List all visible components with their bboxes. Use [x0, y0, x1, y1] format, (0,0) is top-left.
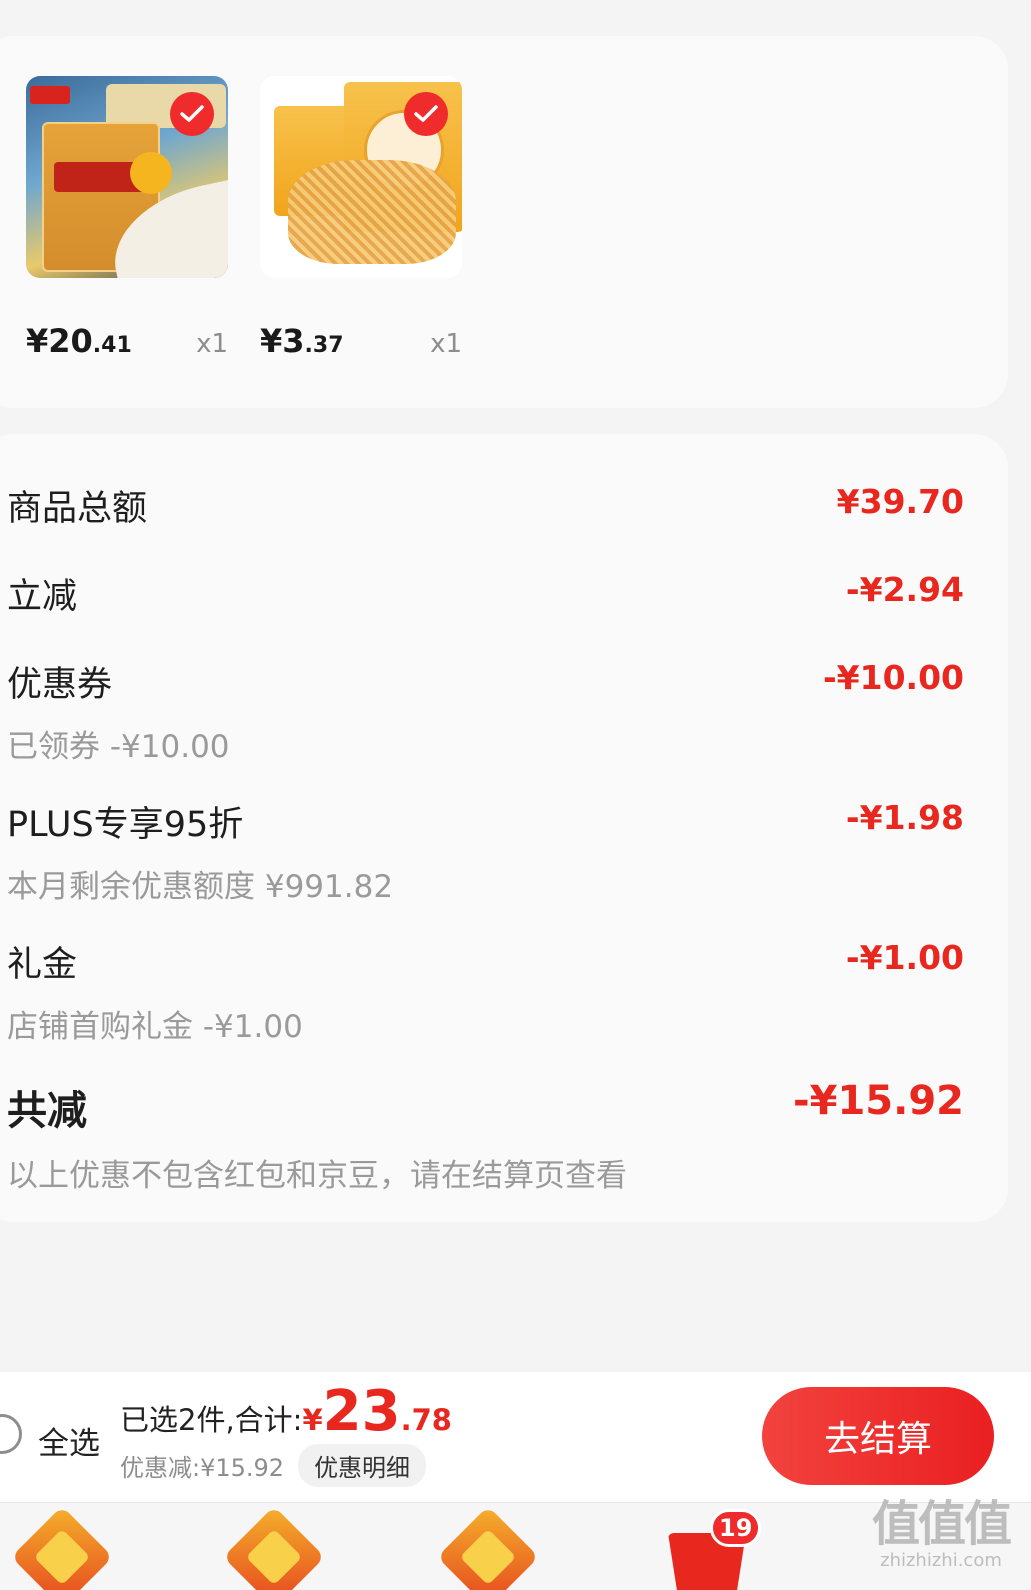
instant-discount-value: -¥2.94: [845, 570, 964, 609]
gift-label: 礼金: [7, 945, 78, 985]
coupon-value: -¥10.00: [822, 658, 964, 697]
total-discount-row: 共减 -¥15.92 以上优惠不包含红包和京豆，请在结算页查看: [7, 1078, 964, 1195]
checkout-summary: 已选2件,合计: ¥ 23 .78 优惠减:¥15.92 优惠明细: [120, 1384, 452, 1487]
thumb-sun: [130, 152, 172, 194]
gift-value: -¥1.00: [845, 938, 964, 977]
goods-total-row: 商品总额 ¥39.70: [7, 480, 964, 531]
discount-summary-card: 商品总额 ¥39.70 立减 -¥2.94 优惠券 -¥10.00 已领券 -¥…: [0, 434, 1008, 1222]
product-item[interactable]: ¥20.41 x1: [26, 76, 256, 360]
discount-amount-text: 优惠减:¥15.92: [120, 1454, 285, 1482]
checkout-button[interactable]: 去结算: [762, 1387, 994, 1485]
plus-discount-value: -¥1.98: [845, 798, 964, 837]
thumb-brand-tag: [30, 86, 70, 104]
product-price: ¥3.37: [260, 322, 344, 360]
product-thumbnail[interactable]: [260, 76, 462, 278]
product-thumbnail[interactable]: [26, 76, 228, 278]
coupon-sub: 已领券 -¥10.00: [7, 729, 230, 765]
thumb-noodles: [288, 160, 456, 264]
total-discount-note: 以上优惠不包含红包和京豆，请在结算页查看: [7, 1158, 627, 1194]
select-all-label[interactable]: 全选: [38, 1418, 100, 1463]
checkout-bar: 全选 已选2件,合计: ¥ 23 .78 优惠减:¥15.92 优惠明细 去结算: [0, 1372, 1031, 1502]
discover-tab-icon[interactable]: [223, 1506, 325, 1590]
product-item[interactable]: ¥3.37 x1: [260, 76, 490, 360]
goods-total-label: 商品总额: [7, 489, 148, 529]
plus-discount-label: PLUS专享95折: [7, 805, 244, 845]
watermark-url: zhizhizhi.com: [880, 1550, 1002, 1571]
product-quantity: x1: [196, 329, 228, 359]
goods-total-value: ¥39.70: [836, 482, 964, 521]
total-amount-integer: 23: [322, 1379, 401, 1444]
total-currency: ¥: [302, 1403, 323, 1437]
total-amount-decimal: .78: [400, 1403, 452, 1437]
price-row: ¥20.41 x1: [26, 322, 228, 360]
category-tab-icon[interactable]: [437, 1506, 539, 1590]
price-row: ¥3.37 x1: [260, 322, 462, 360]
select-all-radio[interactable]: [0, 1414, 22, 1454]
watermark-logo: 值值值: [871, 1496, 1012, 1552]
plus-discount-sub: 本月剩余优惠额度 ¥991.82: [7, 869, 394, 905]
discount-detail-button[interactable]: 优惠明细: [298, 1444, 427, 1487]
discount-line: 优惠减:¥15.92 优惠明细: [120, 1444, 452, 1487]
coupon-row[interactable]: 优惠券 -¥10.00 已领券 -¥10.00: [7, 656, 964, 766]
instant-discount-label: 立减: [7, 577, 78, 617]
check-icon[interactable]: [404, 92, 448, 136]
selected-total-line: 已选2件,合计: ¥ 23 .78: [120, 1384, 452, 1440]
product-price: ¥20.41: [26, 322, 132, 360]
plus-discount-row[interactable]: PLUS专享95折 -¥1.98 本月剩余优惠额度 ¥991.82: [7, 796, 964, 906]
check-icon[interactable]: [170, 92, 214, 136]
product-quantity: x1: [430, 329, 462, 359]
home-tab-icon[interactable]: [11, 1506, 113, 1590]
watermark: 值值值 zhizhizhi.com: [866, 1484, 1016, 1584]
product-card: ¥20.41 x1 ¥3.37 x1: [0, 36, 1008, 408]
total-discount-value: -¥15.92: [793, 1078, 964, 1124]
instant-discount-row: 立减 -¥2.94: [7, 568, 964, 619]
gift-row[interactable]: 礼金 -¥1.00 店铺首购礼金 -¥1.00: [7, 936, 964, 1046]
cart-badge: 19: [710, 1509, 762, 1547]
selected-count-text: 已选2件,合计:: [120, 1403, 303, 1437]
gift-sub: 店铺首购礼金 -¥1.00: [7, 1009, 303, 1045]
coupon-label: 优惠券: [7, 665, 113, 705]
